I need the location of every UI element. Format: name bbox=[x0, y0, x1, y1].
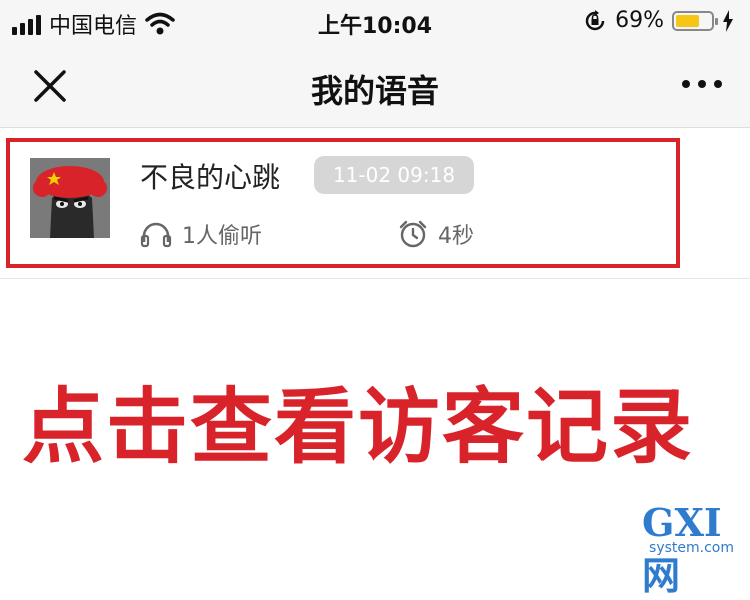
battery-icon bbox=[672, 10, 718, 31]
rotation-lock-icon bbox=[585, 9, 605, 30]
charging-icon bbox=[723, 9, 733, 32]
more-dot-icon bbox=[682, 80, 690, 88]
battery-fill bbox=[676, 14, 699, 27]
more-dot-icon bbox=[714, 80, 722, 88]
more-button[interactable] bbox=[682, 80, 722, 88]
status-right: 69% bbox=[583, 8, 734, 33]
page-title: 我的语音 bbox=[310, 72, 439, 110]
battery-percent: 69% bbox=[615, 8, 664, 33]
watermark-logo: GXI网 system.com bbox=[642, 500, 742, 598]
highlight-box bbox=[6, 138, 680, 268]
instruction-caption: 点击查看访客记录 bbox=[22, 380, 695, 475]
status-bar: 中国电信 上午10:04 69% bbox=[0, 0, 750, 44]
voice-list-item[interactable]: 不良的心跳 11-02 09:18 1人偷听 4秒 bbox=[0, 128, 750, 279]
watermark-sub: system.com bbox=[649, 540, 734, 556]
nav-bar: 我的语音 bbox=[0, 44, 750, 128]
more-dot-icon bbox=[698, 80, 706, 88]
